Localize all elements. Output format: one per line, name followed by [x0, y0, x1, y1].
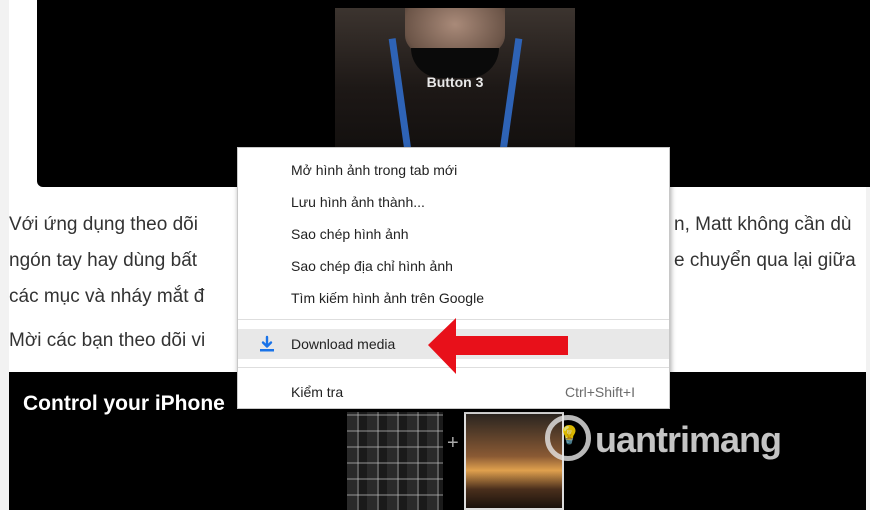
menu-item-copy-image-address[interactable]: Sao chép địa chỉ hình ảnh [238, 251, 669, 281]
menu-shortcut: Ctrl+Shift+I [564, 384, 635, 400]
menu-item-label: Sao chép hình ảnh [291, 226, 409, 242]
menu-item-save-image-as[interactable]: Lưu hình ảnh thành... [238, 187, 669, 217]
left-margin [0, 0, 9, 510]
menu-item-open-image-new-tab[interactable]: Mở hình ảnh trong tab mới [238, 155, 669, 185]
menu-item-label: Download media [291, 336, 396, 352]
lanyard-left [388, 38, 413, 158]
download-icon [260, 335, 274, 352]
article-line-3: các mục và nháy mắt đ [9, 286, 205, 307]
watermark-logo: 💡 uantrimang [545, 415, 865, 465]
article-line-2-right: e chuyển qua lại giữa [674, 250, 856, 271]
menu-item-label: Kiểm tra [291, 384, 344, 400]
menu-item-label: Mở hình ảnh trong tab mới [291, 162, 458, 178]
menu-item-label: Tìm kiếm hình ảnh trên Google [291, 290, 484, 306]
lanyard-right [498, 38, 523, 158]
article-line-1-right: n, Matt không cần dù [674, 214, 852, 235]
menu-item-copy-image[interactable]: Sao chép hình ảnh [238, 219, 669, 249]
menu-item-search-image-google[interactable]: Tìm kiếm hình ảnh trên Google [238, 283, 669, 313]
plus-icon: + [447, 432, 459, 454]
shelf-overlay [347, 412, 443, 510]
menu-item-label: Sao chép địa chỉ hình ảnh [291, 258, 453, 274]
video-title: Control your iPhone [23, 392, 225, 415]
watermark-text: uantrimang [595, 419, 782, 460]
screenshot-frame: Button 3 Với ứng dụng theo dõi n, Matt k… [0, 0, 870, 510]
menu-item-label: Lưu hình ảnh thành... [291, 194, 425, 210]
menu-item-inspect[interactable]: Kiểm tra Ctrl+Shift+I [238, 377, 669, 407]
article-line-4: Mời các bạn theo dõi vi [9, 330, 206, 351]
article-line-2-left: ngón tay hay dùng bất [9, 250, 198, 271]
video-caption: Button 3 [426, 74, 484, 90]
red-arrow-annotation [428, 318, 568, 374]
lightbulb-icon: 💡 [558, 425, 581, 445]
article-line-1-left: Với ứng dụng theo dõi [9, 214, 198, 235]
